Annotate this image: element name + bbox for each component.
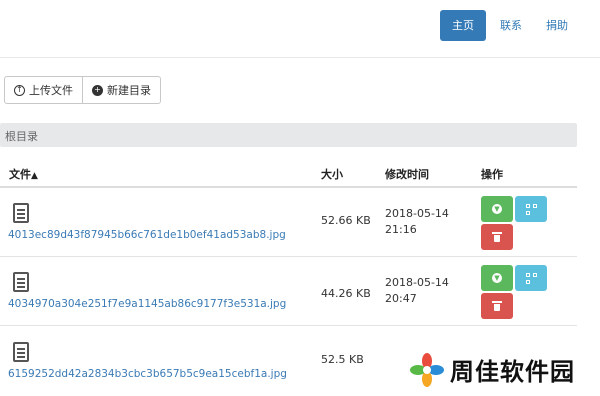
file-modified-time: 20:47: [385, 292, 417, 305]
watermark: 周佳软件园: [410, 352, 575, 387]
new-directory-label: 新建目录: [107, 84, 151, 97]
qrcode-button[interactable]: [515, 196, 547, 222]
file-icon: [13, 203, 29, 223]
file-modified-date: 2018-05-14: [385, 207, 449, 220]
column-header-size: 大小: [321, 168, 343, 181]
column-header-file[interactable]: 文件▲: [9, 166, 38, 182]
sort-asc-icon: ▲: [31, 171, 38, 181]
watermark-text: 周佳软件园: [450, 358, 575, 386]
qrcode-icon: [525, 203, 537, 215]
upload-file-label: 上传文件: [29, 84, 73, 97]
nav-contact[interactable]: 联系: [488, 10, 534, 41]
table-header: 文件▲ 大小 修改时间 操作: [0, 160, 577, 188]
breadcrumb-root[interactable]: 根目录: [5, 128, 38, 144]
column-file-label: 文件: [9, 168, 31, 181]
file-size: 52.66 KB: [321, 214, 371, 227]
download-button[interactable]: ▼: [481, 265, 513, 291]
column-header-actions: 操作: [481, 168, 503, 181]
upload-file-button[interactable]: ↑ 上传文件: [4, 76, 83, 104]
table-row: 4013ec89d43f87945b66c761de1b0ef41ad53ab8…: [0, 188, 577, 257]
file-icon: [13, 272, 29, 292]
file-size: 44.26 KB: [321, 287, 371, 300]
nav-donate[interactable]: 捐助: [534, 10, 580, 41]
plus-icon: +: [92, 84, 103, 96]
file-toolbar: ↑ 上传文件 + 新建目录: [4, 76, 161, 104]
qrcode-button[interactable]: [515, 265, 547, 291]
file-modified-time: 21:16: [385, 223, 417, 236]
file-link[interactable]: 4013ec89d43f87945b66c761de1b0ef41ad53ab8…: [8, 229, 286, 241]
download-icon: ▼: [492, 273, 502, 283]
file-size: 52.5 KB: [321, 353, 364, 366]
download-icon: ▼: [492, 204, 502, 214]
column-header-modified: 修改时间: [385, 168, 429, 181]
file-link[interactable]: 4034970a304e251f7e9a1145ab86c9177f3e531a…: [8, 298, 286, 310]
table-row: 4034970a304e251f7e9a1145ab86c9177f3e531a…: [0, 257, 577, 326]
qrcode-icon: [525, 272, 537, 284]
trash-icon: [492, 301, 502, 311]
file-modified: 2018-05-14 21:16: [385, 206, 449, 238]
top-nav: 主页 联系 捐助: [440, 10, 580, 41]
file-modified-date: 2018-05-14: [385, 276, 449, 289]
nav-divider: [0, 57, 600, 58]
file-modified: 2018-05-14 20:47: [385, 275, 449, 307]
trash-icon: [492, 232, 502, 242]
delete-button[interactable]: [481, 224, 513, 250]
file-link[interactable]: 6159252dd42a2834b3cbc3b657b5c9ea15cebf1a…: [8, 368, 287, 380]
file-icon: [13, 342, 29, 362]
delete-button[interactable]: [481, 293, 513, 319]
new-directory-button[interactable]: + 新建目录: [83, 76, 161, 104]
breadcrumb: 根目录: [0, 123, 577, 147]
nav-home[interactable]: 主页: [440, 10, 486, 41]
pinwheel-logo-icon: [410, 352, 444, 387]
upload-icon: ↑: [14, 84, 25, 96]
download-button[interactable]: ▼: [481, 196, 513, 222]
